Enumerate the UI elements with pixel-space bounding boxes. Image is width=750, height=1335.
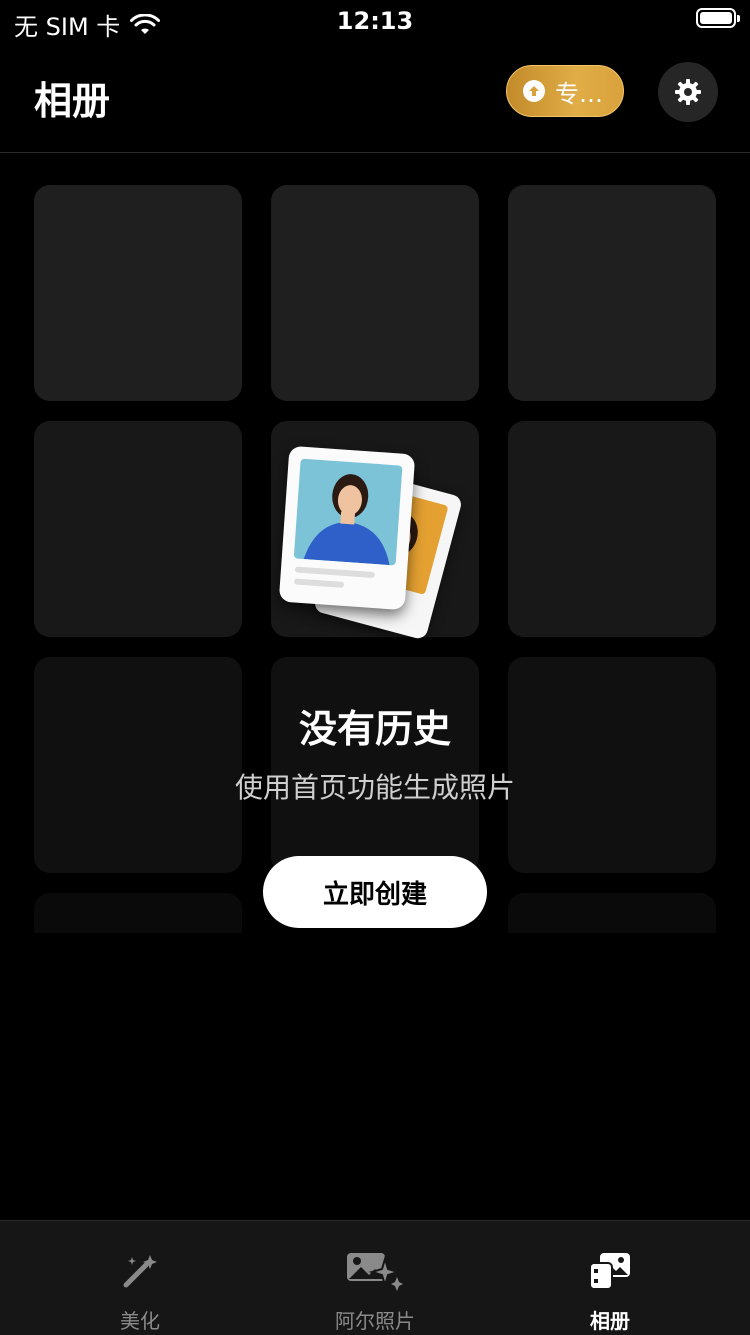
tab-album[interactable]: 相册 bbox=[485, 1221, 735, 1335]
tab-label: 美化 bbox=[120, 1309, 160, 1333]
placeholder-tile bbox=[508, 893, 716, 933]
placeholder-tile bbox=[34, 185, 242, 401]
status-bar: 无 SIM 卡 12:13 bbox=[0, 0, 750, 41]
placeholder-tile bbox=[34, 893, 242, 933]
photo-card-front bbox=[278, 445, 416, 611]
placeholder-tile bbox=[34, 657, 242, 873]
tab-ai-photos[interactable]: 阿尔照片 bbox=[250, 1221, 500, 1335]
tab-label: 阿尔照片 bbox=[335, 1309, 415, 1333]
page-title: 相册 bbox=[34, 79, 111, 123]
empty-state-subtitle: 使用首页功能生成照片 bbox=[234, 771, 515, 804]
album-icon bbox=[588, 1251, 632, 1291]
tab-beautify[interactable]: 美化 bbox=[15, 1221, 265, 1335]
pro-upgrade-button[interactable]: 专… bbox=[506, 65, 624, 117]
pro-button-label: 专… bbox=[555, 79, 603, 108]
magic-wand-icon bbox=[120, 1251, 160, 1291]
tab-label: 相册 bbox=[590, 1309, 630, 1333]
placeholder-tile bbox=[271, 185, 479, 401]
empty-state-title: 没有历史 bbox=[298, 707, 451, 751]
create-now-button[interactable]: 立即创建 bbox=[263, 856, 487, 928]
placeholder-tile bbox=[508, 421, 716, 637]
placeholder-tile bbox=[508, 657, 716, 873]
header: 相册 专… bbox=[0, 40, 750, 153]
status-time: 12:13 bbox=[336, 7, 414, 35]
tab-bar: 美化 阿尔照片 相册 bbox=[0, 1220, 750, 1335]
arrow-up-icon bbox=[523, 80, 545, 102]
placeholder-tile bbox=[508, 185, 716, 401]
caption-line bbox=[294, 566, 375, 579]
caption-line bbox=[293, 578, 345, 588]
ai-photo-sparkle-icon bbox=[345, 1251, 405, 1291]
photo-image bbox=[293, 458, 403, 566]
placeholder-tile bbox=[271, 657, 479, 873]
settings-button[interactable] bbox=[658, 62, 718, 122]
gear-icon bbox=[675, 79, 701, 105]
placeholder-tile bbox=[34, 421, 242, 637]
battery-icon bbox=[696, 8, 740, 28]
